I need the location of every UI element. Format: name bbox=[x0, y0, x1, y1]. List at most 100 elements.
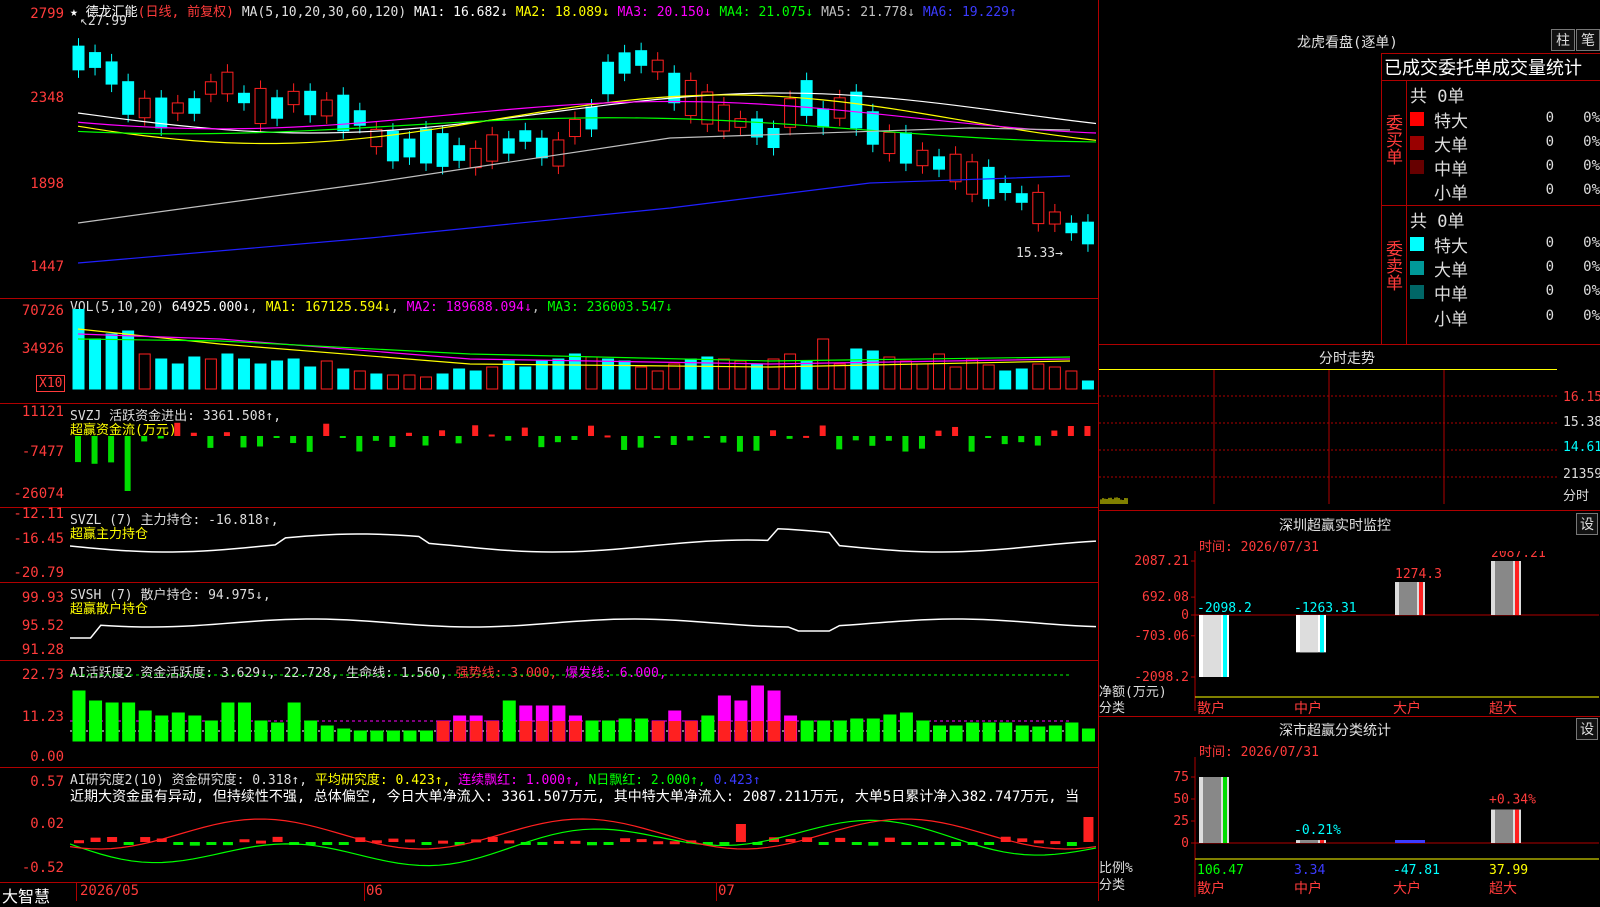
main-chart-area[interactable]: ★ 德龙汇能(日线, 前复权) MA(5,10,20,30,60,120) MA… bbox=[0, 0, 1099, 882]
volume-bar bbox=[833, 363, 846, 390]
tick-view-button[interactable]: 笔 bbox=[1576, 29, 1600, 51]
research-bar bbox=[338, 842, 349, 845]
activity-bar bbox=[420, 730, 434, 742]
candle-body bbox=[337, 94, 350, 132]
sz-stats-settings[interactable]: 设 bbox=[1576, 718, 1598, 740]
sz-monitor-settings[interactable]: 设 bbox=[1576, 513, 1598, 535]
activity-bar-core bbox=[552, 721, 565, 741]
volume-bar bbox=[668, 363, 681, 390]
sz-stats-chart[interactable]: 75 50 25 0 106.47 散户 -0.21% 3.34 中户 -47.81 大户 +0.34… bbox=[1099, 757, 1600, 900]
research-bar bbox=[504, 840, 515, 844]
flow-bar bbox=[1067, 426, 1074, 436]
flow-bar bbox=[174, 422, 181, 436]
category-label: 超大 bbox=[1489, 701, 1517, 716]
research-bar bbox=[603, 842, 614, 845]
volume-bar bbox=[750, 363, 763, 390]
activity-bar bbox=[999, 722, 1013, 742]
candle-body bbox=[635, 50, 648, 66]
activity-bar bbox=[1048, 725, 1062, 742]
candle-body bbox=[436, 133, 449, 167]
volume-bar bbox=[72, 309, 85, 390]
bar-view-button[interactable]: 柱 bbox=[1551, 29, 1575, 51]
flow-bar bbox=[108, 436, 115, 463]
flow-bar bbox=[621, 436, 628, 450]
candle-body bbox=[784, 98, 797, 128]
activity-bar bbox=[1015, 725, 1029, 742]
activity-bar-core bbox=[470, 721, 483, 741]
monitor-bar-edge bbox=[1515, 561, 1519, 615]
candle-body bbox=[72, 45, 85, 71]
activity-bar bbox=[602, 720, 616, 742]
volume-bar bbox=[916, 363, 929, 390]
retail-position-line[interactable] bbox=[70, 583, 1096, 659]
flow-bar bbox=[372, 436, 379, 441]
candlestick-chart[interactable] bbox=[70, 18, 1096, 296]
activity-bar bbox=[254, 720, 268, 742]
capital-flow-bars[interactable] bbox=[70, 404, 1096, 506]
volume-bar bbox=[552, 358, 565, 390]
candle-body bbox=[866, 111, 879, 145]
ai-research-panel[interactable]: AI研究度2(10) 资金研究度: 0.318↑, 平均研究度: 0.423↑,… bbox=[0, 768, 1098, 881]
candle-body bbox=[519, 130, 532, 142]
flow-bar bbox=[637, 436, 644, 448]
activity-bar bbox=[353, 730, 367, 742]
candle-body bbox=[618, 52, 631, 74]
candle-body bbox=[171, 102, 184, 114]
activity-bar-core bbox=[569, 721, 582, 741]
svsh-panel[interactable]: SVSH (7) 散户持仓: 94.975↓, 超赢散户持仓 99.93 95.… bbox=[0, 583, 1098, 661]
volume-bars[interactable] bbox=[70, 309, 1096, 402]
flow-bar bbox=[190, 432, 197, 436]
activity-bar-core bbox=[519, 721, 532, 741]
activity-bar bbox=[403, 730, 417, 742]
price-panel[interactable]: ★ 德龙汇能(日线, 前复权) MA(5,10,20,30,60,120) MA… bbox=[0, 0, 1098, 299]
sz-monitor-panel[interactable]: 深圳超赢实时监控 设 时间: 2026/07/31 净额(万元) 分类 2087… bbox=[1099, 511, 1600, 717]
activity-bars[interactable] bbox=[70, 661, 1096, 766]
ai-active-axis-2: 11.23 bbox=[21, 709, 64, 725]
sz-monitor-chart[interactable]: 2087.21 692.08 0 -703.06 -2098.2 -2098.2 散户 -12… bbox=[1099, 551, 1600, 716]
activity-bar-core bbox=[536, 721, 549, 741]
candle-body bbox=[999, 182, 1012, 194]
activity-bar bbox=[370, 730, 384, 742]
research-bar bbox=[438, 840, 449, 844]
main-position-line[interactable] bbox=[70, 508, 1096, 581]
intraday-panel[interactable]: 分时走势 16.15 15.38 14.61 21359 分时 bbox=[1099, 345, 1600, 511]
activity-bar bbox=[304, 720, 318, 742]
main-position-line-path bbox=[70, 527, 1096, 553]
svzl-panel[interactable]: SVZL (7) 主力持仓: -16.818↑, 超赢主力持仓 -12.11 -… bbox=[0, 506, 1098, 583]
activity-bar-core bbox=[668, 721, 681, 741]
candle-body bbox=[1048, 211, 1061, 225]
y-tick-label: 50 bbox=[1173, 792, 1189, 807]
flow-bar bbox=[604, 435, 611, 438]
candle-body bbox=[535, 137, 548, 159]
research-bar bbox=[388, 838, 399, 842]
svzj-axis-1: 11121 bbox=[21, 404, 64, 420]
volume-bar bbox=[1081, 380, 1094, 390]
research-bar bbox=[1033, 840, 1044, 844]
candle-body bbox=[767, 127, 780, 149]
flow-bar bbox=[918, 436, 925, 449]
activity-bar-core bbox=[685, 721, 698, 741]
ai-active-axis-3: 0.00 bbox=[30, 749, 64, 765]
intraday-chart[interactable] bbox=[1099, 369, 1559, 509]
volume-panel[interactable]: VOL(5,10,20) 64925.000↓, MA1: 167125.594… bbox=[0, 299, 1098, 404]
research-bar bbox=[917, 842, 928, 845]
intraday-label: 分时 bbox=[1563, 489, 1590, 504]
svzj-panel[interactable]: SVZJ 活跃资金进出: 3361.508↑, 超赢资金流(万元) 11121 … bbox=[0, 404, 1098, 508]
intraday-volume: 21359 bbox=[1563, 467, 1600, 482]
research-bar bbox=[851, 842, 862, 845]
activity-bar bbox=[701, 715, 715, 742]
activity-bar-core bbox=[718, 721, 731, 741]
flow-bar bbox=[472, 425, 479, 436]
ai-active-panel[interactable]: AI活跃度2 资金活跃度: 3.629↓, 22.728, 生命线: 1.560… bbox=[0, 661, 1098, 768]
y-tick-label: 75 bbox=[1173, 770, 1189, 785]
y-tick-label: 25 bbox=[1173, 814, 1189, 829]
flow-bar bbox=[968, 436, 975, 452]
sz-stats-title: 深市超赢分类统计 bbox=[1279, 723, 1391, 739]
monitor-bar-stripe bbox=[1203, 615, 1221, 677]
sz-stats-panel[interactable]: 深市超赢分类统计 设 时间: 2026/07/31 比例% 分类 75 50 25 0… bbox=[1099, 717, 1600, 900]
flow-bar bbox=[323, 423, 330, 436]
ai-research-axis-1: 0.57 bbox=[30, 774, 64, 790]
activity-bar bbox=[105, 702, 119, 742]
research-bars[interactable] bbox=[70, 804, 1096, 880]
brand-label: 大智慧 bbox=[2, 887, 51, 906]
